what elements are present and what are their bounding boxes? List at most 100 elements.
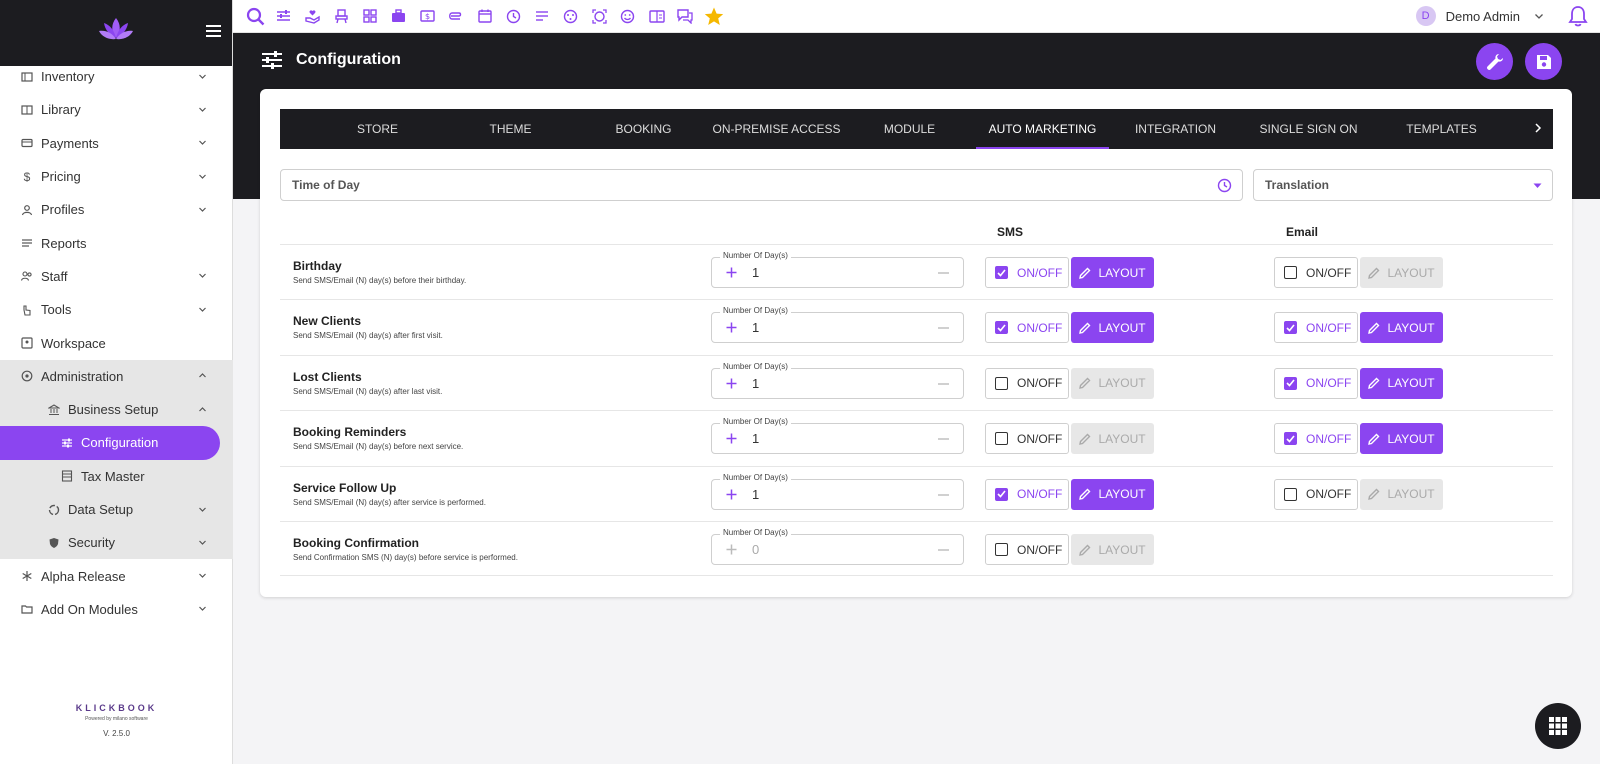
tab-single-sign-on[interactable]: SINGLE SIGN ON	[1242, 109, 1375, 149]
checkbox[interactable]	[995, 376, 1008, 390]
bell-icon[interactable]	[1568, 5, 1588, 27]
sms-onoff-toggle[interactable]: ON/OFF	[985, 423, 1069, 455]
id-card-icon[interactable]	[647, 6, 667, 26]
email-layout-button[interactable]: LAYOUT	[1360, 367, 1443, 399]
paperclip-icon[interactable]	[446, 6, 466, 26]
plus-icon[interactable]	[726, 544, 737, 555]
plus-icon[interactable]	[726, 267, 737, 278]
checkbox[interactable]	[995, 321, 1008, 335]
apps-icon[interactable]	[360, 6, 380, 26]
sms-onoff-toggle[interactable]: ON/OFF	[985, 367, 1069, 399]
checkbox[interactable]	[1284, 487, 1297, 501]
sidebar-item-workspace[interactable]: Workspace	[0, 326, 233, 359]
chevron-right-icon[interactable]	[1533, 122, 1543, 134]
sidebar-item-administration[interactable]: Administration	[0, 359, 233, 393]
days-stepper[interactable]: Number Of Day(s) 0	[711, 528, 964, 565]
face-icon[interactable]	[561, 6, 581, 26]
checkbox[interactable]	[1284, 432, 1297, 446]
sidebar-item-reports[interactable]: Reports	[0, 226, 233, 259]
sidebar-item-alpha-release[interactable]: Alpha Release	[0, 559, 233, 592]
sms-onoff-toggle[interactable]: ON/OFF	[985, 257, 1069, 288]
minus-icon[interactable]	[938, 272, 949, 274]
minus-icon[interactable]	[938, 493, 949, 496]
sidebar-item-staff[interactable]: Staff	[0, 260, 233, 293]
email-onoff-toggle[interactable]: ON/OFF	[1274, 367, 1358, 399]
money-icon[interactable]: $	[417, 6, 437, 26]
plus-icon[interactable]	[726, 322, 737, 333]
face-scan-icon[interactable]	[589, 6, 609, 26]
tab-templates[interactable]: TEMPLATES	[1375, 109, 1508, 149]
checkbox[interactable]	[995, 487, 1008, 501]
plus-icon[interactable]	[726, 433, 737, 444]
sidebar-item-configuration[interactable]: Configuration	[0, 426, 220, 460]
checkbox[interactable]	[995, 266, 1008, 279]
sidebar-item-security[interactable]: Security	[0, 526, 233, 559]
sms-onoff-toggle[interactable]: ON/OFF	[985, 312, 1069, 344]
tab-store[interactable]: STORE	[311, 109, 444, 149]
checkbox[interactable]	[995, 432, 1008, 446]
sidebar-item-pricing[interactable]: $ Pricing	[0, 160, 233, 193]
search-icon[interactable]	[245, 6, 265, 26]
sidebar-item-add-on-modules[interactable]: Add On Modules	[0, 593, 233, 626]
hamburger-menu-icon[interactable]	[206, 25, 221, 37]
clock-icon[interactable]	[1217, 178, 1232, 193]
sliders-icon[interactable]	[274, 6, 294, 26]
save-button[interactable]	[1525, 43, 1562, 80]
time-of-day-field[interactable]: Time of Day	[280, 169, 1243, 201]
translation-select[interactable]: Translation	[1253, 169, 1553, 201]
checkbox[interactable]	[1284, 376, 1297, 390]
sms-layout-button[interactable]: LAYOUT	[1071, 478, 1154, 510]
minus-icon[interactable]	[938, 549, 949, 551]
clock-icon[interactable]	[503, 6, 523, 26]
plus-icon[interactable]	[726, 489, 737, 500]
text-lines-icon[interactable]	[532, 6, 552, 26]
sms-layout-button[interactable]: LAYOUT	[1071, 312, 1154, 344]
checkbox[interactable]	[1284, 266, 1297, 279]
minus-icon[interactable]	[938, 327, 949, 330]
days-stepper[interactable]: Number Of Day(s) 1	[711, 251, 964, 288]
calendar-icon[interactable]	[475, 6, 495, 26]
star-icon[interactable]	[704, 6, 724, 26]
email-layout-button[interactable]: LAYOUT	[1360, 423, 1443, 455]
sms-layout-button[interactable]: LAYOUT	[1071, 423, 1154, 455]
sms-onoff-toggle[interactable]: ON/OFF	[985, 478, 1069, 510]
sidebar-item-library[interactable]: Library	[0, 93, 233, 126]
sms-layout-button[interactable]: LAYOUT	[1071, 367, 1154, 399]
briefcase-icon[interactable]	[388, 6, 408, 26]
sidebar-item-payments[interactable]: Payments	[0, 127, 233, 160]
minus-icon[interactable]	[938, 438, 949, 440]
email-onoff-toggle[interactable]: ON/OFF	[1274, 312, 1358, 344]
sidebar-item-data-setup[interactable]: Data Setup	[0, 493, 233, 526]
checkbox[interactable]	[1284, 321, 1297, 335]
chair-icon[interactable]	[331, 6, 351, 26]
sidebar-item-tools[interactable]: Tools	[0, 293, 233, 326]
sms-onoff-toggle[interactable]: ON/OFF	[985, 534, 1069, 565]
days-stepper[interactable]: Number Of Day(s) 1	[711, 417, 964, 455]
sidebar-item-business-setup[interactable]: Business Setup	[0, 393, 233, 426]
tools-button[interactable]	[1476, 43, 1513, 80]
email-onoff-toggle[interactable]: ON/OFF	[1274, 423, 1358, 455]
checkbox[interactable]	[995, 543, 1008, 556]
email-onoff-toggle[interactable]: ON/OFF	[1274, 478, 1358, 510]
sidebar-item-profiles[interactable]: Profiles	[0, 193, 233, 226]
days-stepper[interactable]: Number Of Day(s) 1	[711, 306, 964, 344]
days-stepper[interactable]: Number Of Day(s) 1	[711, 472, 964, 510]
smiley-icon[interactable]	[618, 6, 638, 26]
email-onoff-toggle[interactable]: ON/OFF	[1274, 257, 1358, 288]
sidebar-item-inventory[interactable]: Inventory	[0, 60, 233, 93]
sidebar-item-tax-master[interactable]: Tax Master	[0, 460, 233, 493]
minus-icon[interactable]	[938, 383, 949, 385]
plus-icon[interactable]	[726, 378, 737, 389]
days-stepper[interactable]: Number Of Day(s) 1	[711, 361, 964, 399]
chat-icon[interactable]	[675, 6, 695, 26]
sms-layout-button[interactable]: LAYOUT	[1071, 534, 1154, 565]
tab-on-premise-access[interactable]: ON-PREMISE ACCESS	[710, 109, 843, 149]
tab-module[interactable]: MODULE	[843, 109, 976, 149]
hand-heart-icon[interactable]	[302, 6, 322, 26]
tab-theme[interactable]: THEME	[444, 109, 577, 149]
email-layout-button[interactable]: LAYOUT	[1360, 312, 1443, 344]
apps-grid-button[interactable]	[1535, 703, 1581, 749]
tab-booking[interactable]: BOOKING	[577, 109, 710, 149]
sms-layout-button[interactable]: LAYOUT	[1071, 257, 1154, 288]
email-layout-button[interactable]: LAYOUT	[1360, 478, 1443, 510]
